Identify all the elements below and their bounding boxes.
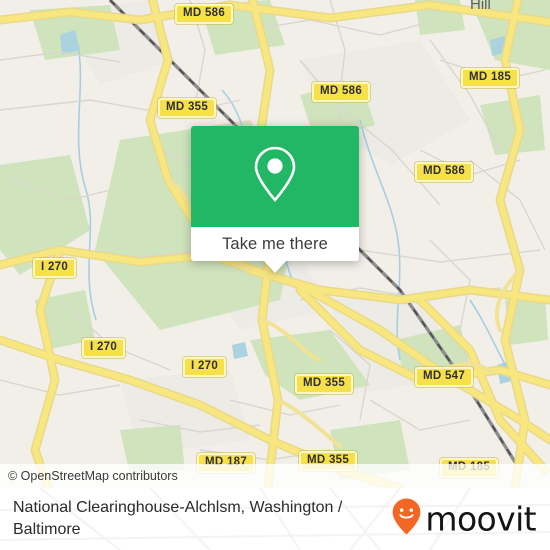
- map-pin-icon: [252, 145, 298, 208]
- take-me-there-label: Take me there: [222, 234, 328, 253]
- road-shield[interactable]: MD 586: [415, 162, 474, 182]
- popup-pin-area: [191, 126, 359, 227]
- moovit-smiley-pin-icon: [391, 498, 422, 541]
- road-shield[interactable]: MD 355: [295, 374, 354, 394]
- road-shield[interactable]: MD 547: [415, 367, 474, 387]
- road-shield[interactable]: MD 586: [175, 4, 234, 24]
- road-shield[interactable]: I 270: [33, 258, 77, 278]
- map-canvas[interactable]: Hill MD 586 MD 586 MD 185 MD 355 MD 586 …: [0, 0, 550, 488]
- road-shield[interactable]: MD 355: [158, 98, 217, 118]
- road-shield[interactable]: I 270: [183, 357, 227, 377]
- moovit-brand-logo[interactable]: moovit: [391, 498, 537, 541]
- take-me-there-button[interactable]: Take me there: [191, 227, 359, 261]
- road-shield[interactable]: MD 586: [312, 82, 371, 102]
- footer-bar: National Clearinghouse-Alchlsm, Washingt…: [0, 488, 550, 550]
- road-shield[interactable]: MD 185: [461, 68, 520, 88]
- moovit-station-map-screenshot: Hill MD 586 MD 586 MD 185 MD 355 MD 586 …: [0, 0, 550, 550]
- page-title: National Clearinghouse-Alchlsm, Washingt…: [13, 499, 343, 538]
- map-place-label: Hill: [470, 0, 491, 13]
- popup-pointer-tail: [264, 261, 286, 273]
- station-popup-card[interactable]: Take me there: [191, 126, 359, 273]
- map-attribution-bar: © OpenStreetMap contributors: [0, 464, 550, 488]
- road-shield[interactable]: I 270: [82, 338, 126, 358]
- osm-attribution-text[interactable]: © OpenStreetMap contributors: [0, 469, 178, 483]
- moovit-wordmark: moovit: [425, 499, 536, 539]
